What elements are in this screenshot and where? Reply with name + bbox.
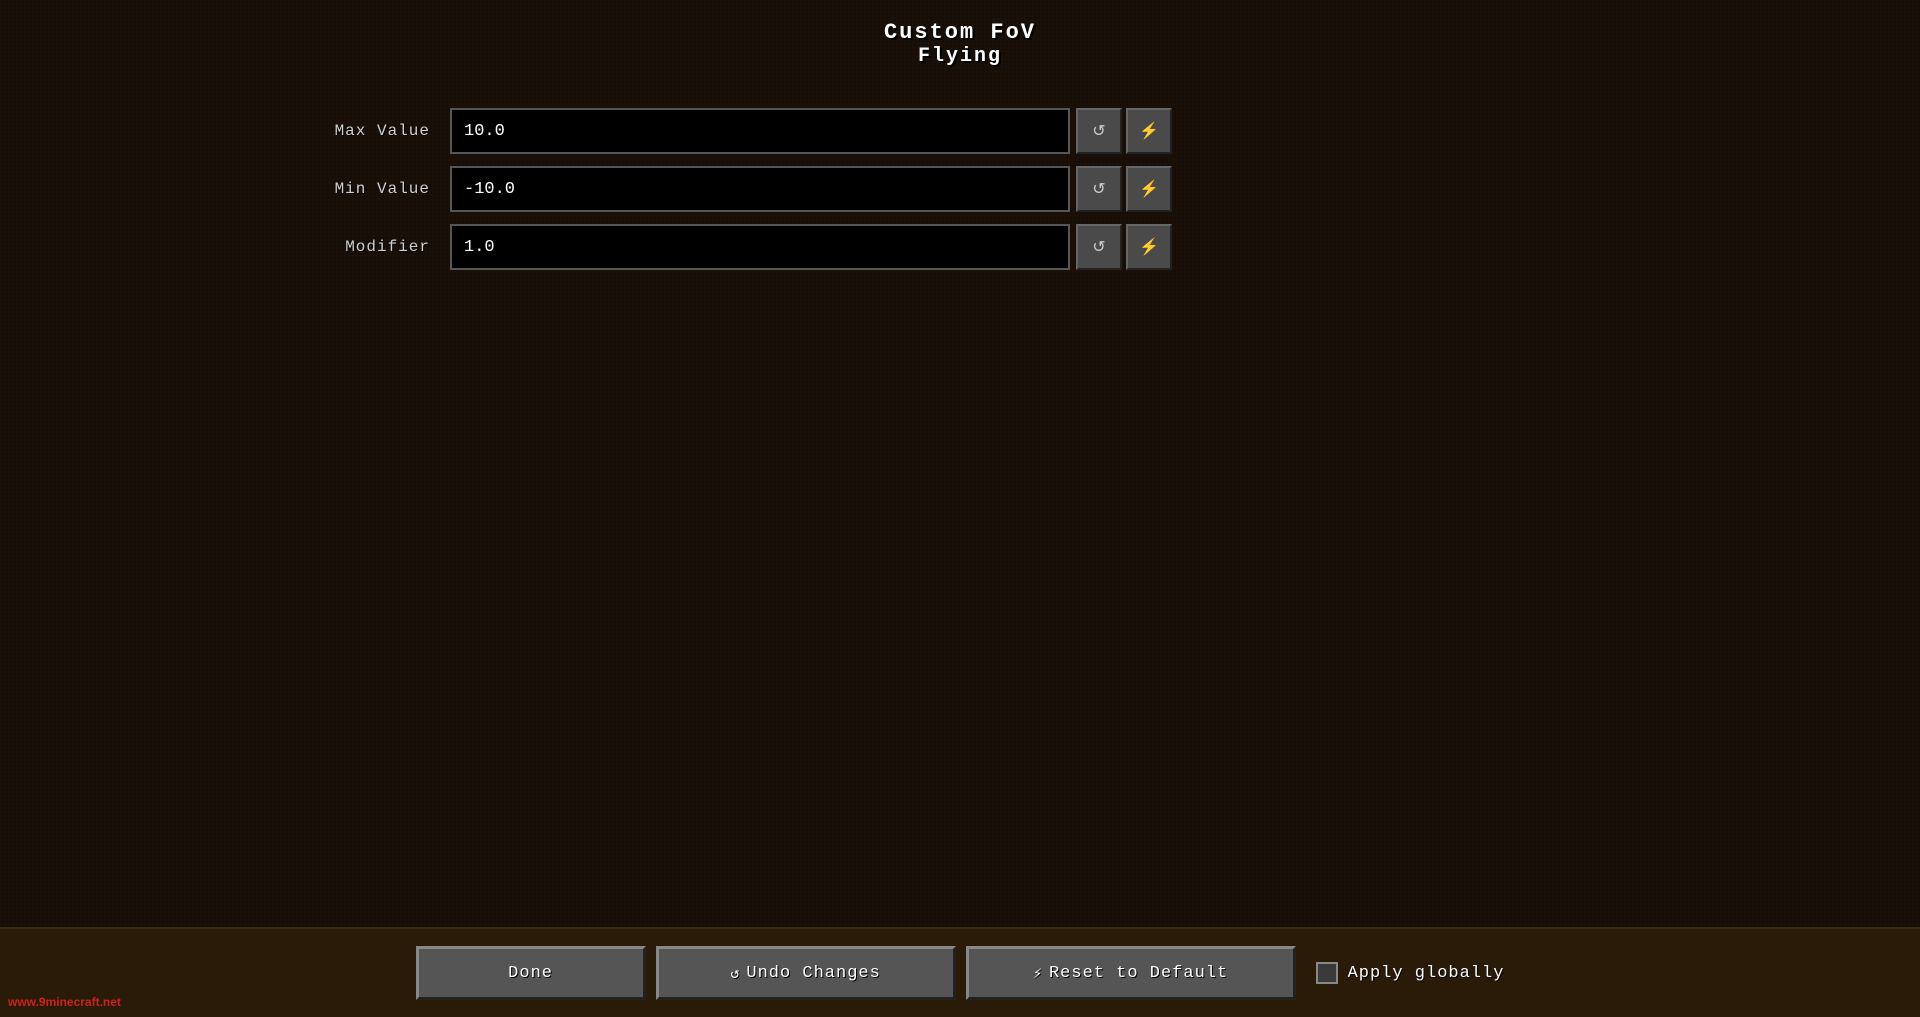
modifier-buttons: ↺ ⚡ bbox=[1076, 224, 1172, 270]
bottom-bar: Done ↺ Undo Changes ⚡ Reset to Default A… bbox=[0, 927, 1920, 1017]
max-value-row: Max Value ↺ ⚡ bbox=[300, 108, 1920, 154]
min-value-buttons: ↺ ⚡ bbox=[1076, 166, 1172, 212]
min-value-row: Min Value ↺ ⚡ bbox=[300, 166, 1920, 212]
max-value-buttons: ↺ ⚡ bbox=[1076, 108, 1172, 154]
apply-globally-label[interactable]: Apply globally bbox=[1348, 964, 1505, 983]
max-value-undo-button[interactable]: ↺ bbox=[1076, 108, 1122, 154]
header: Custom FoV Flying bbox=[0, 0, 1920, 78]
reset-to-default-button[interactable]: ⚡ Reset to Default bbox=[966, 946, 1296, 1000]
modifier-label: Modifier bbox=[300, 238, 430, 256]
done-button[interactable]: Done bbox=[416, 946, 646, 1000]
undo-changes-button[interactable]: ↺ Undo Changes bbox=[656, 946, 956, 1000]
apply-globally-wrapper: Apply globally bbox=[1316, 962, 1505, 984]
undo-changes-label: Undo Changes bbox=[746, 964, 880, 983]
max-value-input[interactable] bbox=[450, 108, 1070, 154]
reset-to-default-label: Reset to Default bbox=[1049, 964, 1228, 983]
min-value-label: Min Value bbox=[300, 180, 430, 198]
undo-icon: ↺ bbox=[730, 964, 740, 983]
min-value-undo-button[interactable]: ↺ bbox=[1076, 166, 1122, 212]
max-value-label: Max Value bbox=[300, 122, 430, 140]
content-area: Max Value ↺ ⚡ Min Value ↺ ⚡ Modifier ↺ ⚡ bbox=[0, 78, 1920, 270]
page-title: Custom FoV bbox=[0, 20, 1920, 45]
modifier-undo-button[interactable]: ↺ bbox=[1076, 224, 1122, 270]
modifier-row: Modifier ↺ ⚡ bbox=[300, 224, 1920, 270]
page-subtitle: Flying bbox=[0, 45, 1920, 68]
modifier-input[interactable] bbox=[450, 224, 1070, 270]
modifier-reset-button[interactable]: ⚡ bbox=[1126, 224, 1172, 270]
watermark: www.9minecraft.net bbox=[8, 995, 121, 1009]
reset-icon: ⚡ bbox=[1033, 964, 1043, 983]
min-value-input[interactable] bbox=[450, 166, 1070, 212]
apply-globally-checkbox[interactable] bbox=[1316, 962, 1338, 984]
min-value-reset-button[interactable]: ⚡ bbox=[1126, 166, 1172, 212]
max-value-reset-button[interactable]: ⚡ bbox=[1126, 108, 1172, 154]
